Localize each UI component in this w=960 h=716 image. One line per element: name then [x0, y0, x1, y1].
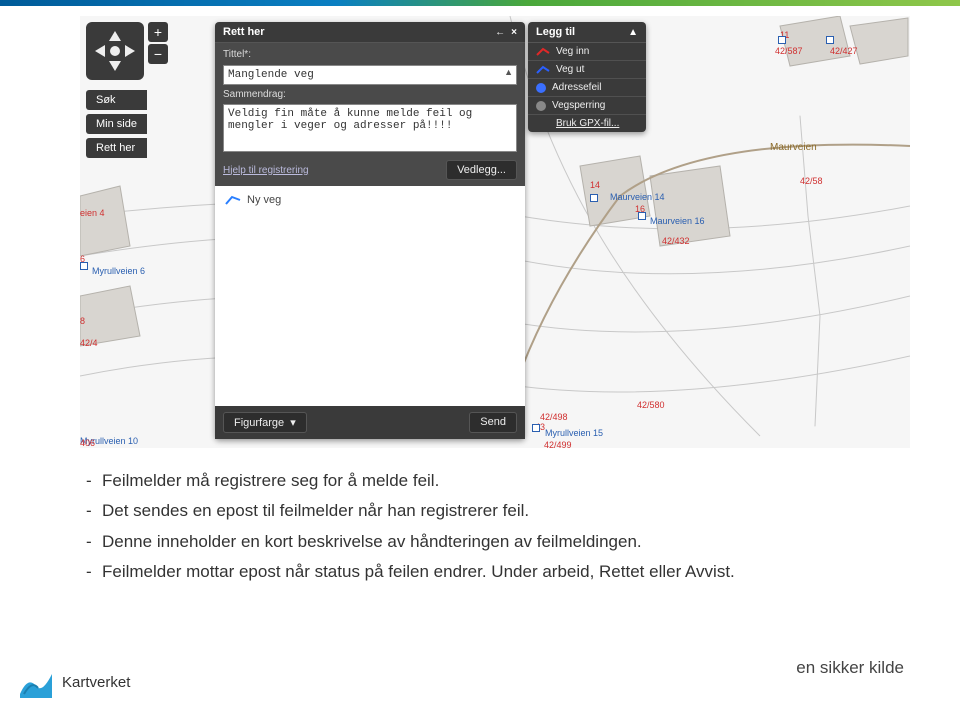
add-vegsperring[interactable]: Vegsperring: [528, 97, 646, 115]
parcel-label: 14: [590, 180, 600, 190]
street-label: Maurveien: [770, 142, 817, 153]
zoom-controls: + −: [148, 22, 168, 64]
bullet-list: Feilmelder må registrere seg for å melde…: [80, 468, 900, 589]
parcel-label: 42/58: [800, 176, 823, 186]
map-marker[interactable]: [590, 194, 598, 202]
new-road-layer[interactable]: Ny veg: [225, 194, 281, 206]
title-label: Tittel*:: [223, 49, 517, 60]
bullet-item: Feilmelder må registrere seg for å melde…: [80, 468, 900, 494]
address-label: Myrullveien 15: [545, 428, 603, 438]
map-marker[interactable]: [826, 36, 834, 44]
side-menu: Søk Min side Rett her: [86, 90, 147, 158]
brand-name: Kartverket: [62, 674, 130, 691]
send-button[interactable]: Send: [469, 412, 517, 433]
brand-logo: Kartverket: [18, 664, 130, 700]
summary-input[interactable]: Veldig fin måte å kunne melde feil og me…: [223, 104, 517, 152]
menu-my-page[interactable]: Min side: [86, 114, 147, 134]
add-veg-ut[interactable]: Veg ut: [528, 61, 646, 79]
parcel-label: 42/587: [775, 46, 803, 56]
zoom-in-button[interactable]: +: [148, 22, 168, 42]
bullet-item: Det sendes en epost til feilmelder når h…: [80, 498, 900, 524]
parcel-label: 42/427: [830, 46, 858, 56]
map-marker[interactable]: [532, 424, 540, 432]
attachment-button[interactable]: Vedlegg...: [446, 160, 517, 180]
add-gpx-file[interactable]: Bruk GPX-fil...: [528, 115, 646, 132]
address-label: Maurveien 16: [650, 216, 705, 226]
drawing-canvas[interactable]: Ny veg: [215, 186, 525, 406]
close-icon[interactable]: ×: [511, 27, 517, 38]
collapse-icon[interactable]: ←: [495, 27, 505, 38]
zoom-out-button[interactable]: −: [148, 44, 168, 64]
kartverket-icon: [18, 664, 54, 700]
address-label: Myrullveien 6: [92, 266, 145, 276]
parcel-label: 406: [80, 438, 95, 448]
map-marker[interactable]: [80, 262, 88, 270]
report-panel-title: Rett her: [223, 26, 265, 38]
parcel-label: 42/4: [80, 338, 98, 348]
bullet-item: Denne inneholder en kort beskrivelse av …: [80, 529, 900, 555]
tagline: en sikker kilde: [796, 658, 904, 678]
map-marker[interactable]: [638, 212, 646, 220]
parcel-label: 42/499: [544, 440, 572, 448]
add-adressefeil[interactable]: Adressefeil: [528, 79, 646, 97]
title-input[interactable]: [223, 65, 517, 85]
add-panel: Legg til ▲ Veg inn Veg ut Adressefeil Ve…: [528, 22, 646, 132]
summary-label: Sammendrag:: [223, 89, 517, 100]
help-link[interactable]: Hjelp til registrering: [223, 165, 309, 176]
address-label: Maurveien 14: [610, 192, 665, 202]
menu-report-here[interactable]: Rett her: [86, 138, 147, 158]
parcel-label: 8: [80, 316, 85, 326]
menu-search[interactable]: Søk: [86, 90, 147, 110]
parcel-label: 42/580: [637, 400, 665, 410]
collapse-icon[interactable]: ▲: [628, 27, 638, 38]
map-marker[interactable]: [778, 36, 786, 44]
map-viewport[interactable]: + − Søk Min side Rett her Rett her ← × T…: [80, 16, 910, 448]
add-panel-title: Legg til: [536, 26, 575, 38]
add-veg-inn[interactable]: Veg inn: [528, 43, 646, 61]
parcel-label: 42/432: [662, 236, 690, 246]
parcel-label: 42/498: [540, 412, 568, 422]
parcel-label: eien 4: [80, 208, 105, 218]
figure-color-button[interactable]: Figurfarge ▾: [223, 412, 307, 433]
bullet-item: Feilmelder mottar epost når status på fe…: [80, 559, 900, 585]
pan-control[interactable]: [86, 22, 144, 80]
report-panel: Rett her ← × Tittel*: ▲ Sammendrag: Veld…: [215, 22, 525, 439]
top-gradient-bar: [0, 0, 960, 6]
